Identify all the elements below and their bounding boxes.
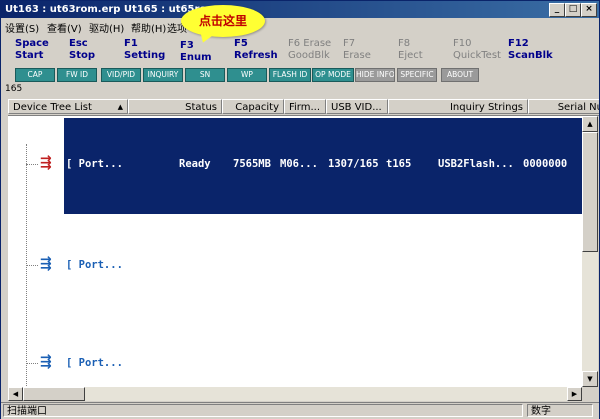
tool-label: GoodBlk <box>288 50 330 61</box>
column-capacity[interactable]: Capacity <box>222 99 284 114</box>
tool-key: F8 <box>398 38 411 49</box>
filter-opmode-button[interactable]: OP MODE <box>312 68 354 82</box>
row-inquiry: USB2Flash... <box>438 158 514 170</box>
tool-key: F1 <box>124 38 138 49</box>
filter-about-button[interactable]: ABOUT <box>441 68 479 82</box>
filter-inquiry-button[interactable]: INQUIRY <box>143 68 183 82</box>
filter-sn-button[interactable]: SN <box>185 68 225 82</box>
menu-driver[interactable]: 驱动(H) <box>89 20 124 35</box>
tool-key: Space <box>15 38 49 49</box>
tree-line <box>26 164 38 165</box>
tool-key: F6 Erase <box>288 38 332 49</box>
row-usb-pid-tail: t165 <box>386 158 412 170</box>
row-port: [ Port... <box>66 158 123 170</box>
minimize-button[interactable]: _ <box>549 3 565 17</box>
column-device-tree[interactable]: Device Tree List ▲ <box>8 99 128 114</box>
menu-help[interactable]: 帮助(H) <box>131 20 166 35</box>
tool-label: Erase <box>343 50 371 61</box>
stop-button[interactable]: Esc Stop <box>69 38 123 64</box>
scroll-thumb[interactable] <box>582 132 598 252</box>
menu-view[interactable]: 查看(V) <box>47 20 82 35</box>
menu-bar: 设置(S) 查看(V) 驱动(H) 帮助(H) 选项 <box>1 18 599 35</box>
sort-arrow-icon: ▲ <box>117 103 123 111</box>
column-usb-vid[interactable]: USB VID... <box>326 99 388 114</box>
tree-line <box>26 363 38 364</box>
vertical-scrollbar[interactable]: ▲ ▼ <box>582 116 598 387</box>
tool-key: F12 <box>508 38 529 49</box>
tree-line <box>26 265 38 266</box>
tool-key: F10 <box>453 38 472 49</box>
row-serial: 0000000 <box>523 158 568 170</box>
status-message: 扫描端口 <box>3 404 523 417</box>
quicktest-button[interactable]: F10 QuickTest <box>453 38 507 64</box>
maximize-button[interactable]: □ <box>565 3 581 17</box>
close-button[interactable]: × <box>581 3 597 17</box>
scroll-right-icon[interactable]: ▶ <box>567 387 582 401</box>
column-serial[interactable]: Serial Nu <box>528 99 599 114</box>
filter-vidpid-button[interactable]: VID/PID <box>101 68 141 82</box>
erase-goodblk-button[interactable]: F6 Erase GoodBlk <box>288 38 342 64</box>
tool-label: Stop <box>69 50 96 61</box>
filter-specific-button[interactable]: SPECIFIC <box>397 68 437 82</box>
column-label: Device Tree List <box>13 102 92 113</box>
tool-key: Esc <box>69 38 88 49</box>
eject-button[interactable]: F8 Eject <box>398 38 452 64</box>
menu-settings[interactable]: 设置(S) <box>5 20 39 35</box>
device-list[interactable]: ⇶ [ Port... Ready 7565MB M06... 1307/165… <box>8 116 582 387</box>
usb-icon: ⇶ <box>40 155 52 171</box>
title-bar[interactable]: Ut163 : ut63rom.erp Ut165 : ut65rom.e _ … <box>1 1 599 18</box>
usb-icon: ⇶ <box>40 354 52 370</box>
tool-label: Eject <box>398 50 423 61</box>
callout-bubble: 点击这里 <box>181 5 265 37</box>
tool-label: Refresh <box>234 50 278 61</box>
setting-button[interactable]: F1 Setting <box>124 38 178 64</box>
filter-hideinfo-button[interactable]: HIDE INFO <box>355 68 395 82</box>
filter-flashid-button[interactable]: FLASH ID <box>269 68 311 82</box>
start-button[interactable]: Space Start <box>15 38 69 64</box>
scroll-left-icon[interactable]: ◀ <box>8 387 23 401</box>
tool-label: Enum <box>180 52 212 63</box>
hscroll-thumb[interactable] <box>23 387 85 401</box>
device-count: 165 <box>5 84 23 94</box>
filter-bar: CAP FW ID VID/PID INQUIRY SN WP FLASH ID… <box>1 68 599 82</box>
toolbar: Space Start Esc Stop F1 Setting F3 Enum … <box>1 35 599 67</box>
scroll-up-icon[interactable]: ▲ <box>582 116 598 132</box>
column-inquiry[interactable]: Inquiry Strings <box>388 99 528 114</box>
filter-wp-button[interactable]: WP <box>227 68 267 82</box>
status-bar: 扫描端口 数字 <box>1 402 599 419</box>
scanblk-button[interactable]: F12 ScanBlk <box>508 38 562 64</box>
tool-label: Setting <box>124 50 166 61</box>
refresh-button[interactable]: F5 Refresh <box>234 38 288 64</box>
app-window: Ut163 : ut63rom.erp Ut165 : ut65rom.e _ … <box>0 0 600 419</box>
row-firmware: M06... <box>280 158 318 170</box>
erase-button[interactable]: F7 Erase <box>343 38 397 64</box>
tool-key: F5 <box>234 38 248 49</box>
status-numlock: 数字 <box>527 404 593 417</box>
column-firmware[interactable]: Firm... <box>284 99 326 114</box>
tool-key: F7 <box>343 38 356 49</box>
row-port[interactable]: [ Port... <box>66 357 123 369</box>
row-capacity: 7565MB <box>233 158 271 170</box>
tool-label: Start <box>15 50 44 61</box>
horizontal-scrollbar[interactable]: ◀ ▶ <box>8 387 582 401</box>
row-status: Ready <box>179 158 211 170</box>
filter-fwid-button[interactable]: FW ID <box>57 68 97 82</box>
scroll-down-icon[interactable]: ▼ <box>582 371 598 387</box>
tool-label: ScanBlk <box>508 50 553 61</box>
row-usb-vid: 1307/165 <box>328 158 379 170</box>
filter-cap-button[interactable]: CAP <box>15 68 55 82</box>
row-port[interactable]: [ Port... <box>66 259 123 271</box>
column-header-row: Device Tree List ▲ Status Capacity Firm.… <box>8 99 599 116</box>
column-status[interactable]: Status <box>128 99 222 114</box>
usb-icon: ⇶ <box>40 256 52 272</box>
tool-label: QuickTest <box>453 50 501 61</box>
